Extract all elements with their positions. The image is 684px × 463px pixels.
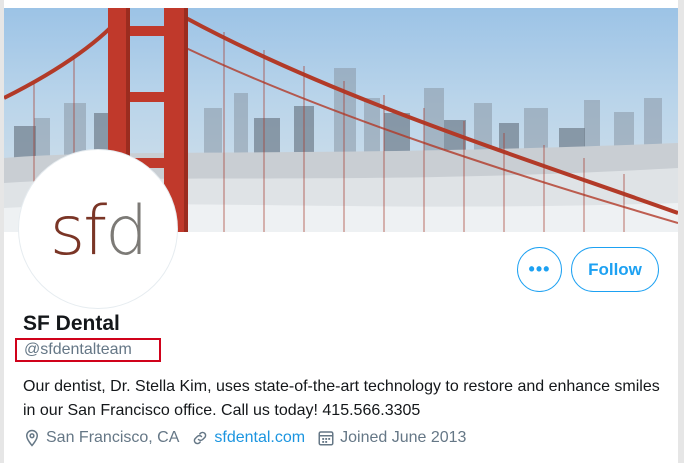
profile-meta: San Francisco, CA sfdental.com Joined Ju… bbox=[23, 429, 478, 447]
avatar-logo: sfd bbox=[50, 198, 149, 266]
joined-text: Joined June 2013 bbox=[340, 429, 467, 446]
calendar-icon bbox=[318, 431, 334, 446]
website-link[interactable]: sfdental.com bbox=[214, 429, 305, 447]
more-dots-icon: ••• bbox=[528, 259, 551, 279]
profile-handle: @sfdentalteam bbox=[24, 341, 132, 358]
follow-button-label: Follow bbox=[588, 259, 642, 279]
location-pin-icon bbox=[25, 429, 39, 447]
avatar-logo-sf: sf bbox=[49, 192, 107, 271]
profile-name: SF Dental bbox=[23, 312, 120, 335]
more-options-button[interactable]: ••• bbox=[517, 247, 562, 292]
location-item: San Francisco, CA bbox=[23, 429, 179, 447]
profile-avatar[interactable]: sfd bbox=[19, 150, 177, 308]
joined-item: Joined June 2013 bbox=[317, 429, 466, 447]
location-text: San Francisco, CA bbox=[46, 429, 180, 446]
website-item[interactable]: sfdental.com bbox=[191, 429, 305, 447]
avatar-logo-d: d bbox=[105, 192, 148, 271]
profile-bio: Our dentist, Dr. Stella Kim, uses state-… bbox=[23, 378, 660, 419]
link-icon bbox=[194, 431, 207, 445]
follow-button[interactable]: Follow bbox=[571, 247, 659, 292]
